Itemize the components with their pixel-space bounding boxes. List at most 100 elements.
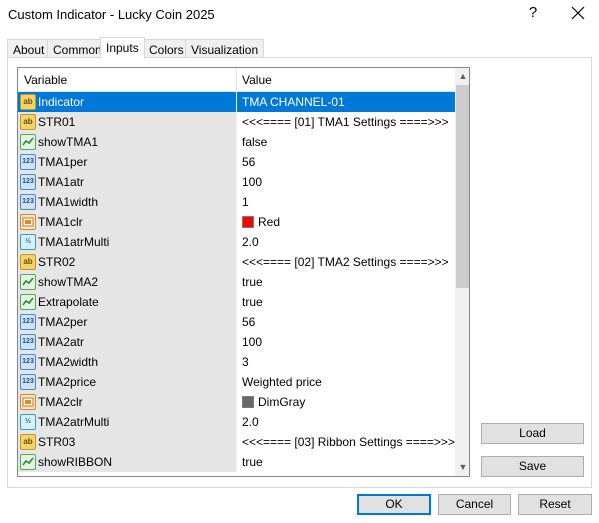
- value-cell[interactable]: 2.0: [237, 412, 455, 432]
- table-row[interactable]: 123 TMA1width 1: [18, 192, 455, 212]
- table-row[interactable]: 123 TMA2width 3: [18, 352, 455, 372]
- table-row[interactable]: 123 TMA2atr 100: [18, 332, 455, 352]
- variable-cell[interactable]: 123 TMA2width: [18, 352, 236, 372]
- variable-cell[interactable]: ab STR03: [18, 432, 236, 452]
- value-label: false: [242, 135, 268, 149]
- value-cell[interactable]: true: [237, 272, 455, 292]
- table-row[interactable]: showTMA1 false: [18, 132, 455, 152]
- variable-cell[interactable]: showRIBBON: [18, 452, 236, 472]
- value-cell[interactable]: <<<==== [02] TMA2 Settings ====>>>: [237, 252, 455, 272]
- close-icon[interactable]: [570, 5, 586, 21]
- value-label: 1: [242, 195, 249, 209]
- value-label: 2.0: [242, 235, 259, 249]
- inputs-grid: Variable Value ab Indicator TMA CHANNEL-01…: [17, 67, 470, 477]
- value-text: true: [242, 455, 263, 469]
- table-row[interactable]: 123 TMA2price Weighted price: [18, 372, 455, 392]
- variable-cell[interactable]: showTMA2: [18, 272, 236, 292]
- table-row[interactable]: TMA2clr DimGray: [18, 392, 455, 412]
- value-cell[interactable]: 56: [237, 312, 455, 332]
- value-text: TMA CHANNEL-01: [242, 95, 345, 109]
- value-label: DimGray: [258, 395, 306, 409]
- table-row[interactable]: ½ TMA1atrMulti 2.0: [18, 232, 455, 252]
- scroll-up-icon[interactable]: ▲: [455, 68, 469, 85]
- table-row[interactable]: ab STR02 <<<==== [02] TMA2 Settings ====>>…: [18, 252, 455, 272]
- scrollbar-thumb[interactable]: [456, 85, 469, 288]
- value-cell[interactable]: 3: [237, 352, 455, 372]
- help-button[interactable]: ?: [526, 4, 540, 24]
- variable-name: showRIBBON: [38, 455, 113, 469]
- value-cell[interactable]: 2.0: [237, 232, 455, 252]
- value-text: false: [242, 135, 267, 149]
- value-cell[interactable]: <<<==== [03] Ribbon Settings ====>>>: [237, 432, 455, 452]
- value-cell[interactable]: DimGray: [237, 392, 455, 412]
- table-row[interactable]: 123 TMA2per 56: [18, 312, 455, 332]
- value-cell[interactable]: Weighted price: [237, 372, 455, 392]
- table-row[interactable]: ½ TMA2atrMulti 2.0: [18, 412, 455, 432]
- table-row[interactable]: ab Indicator TMA CHANNEL-01: [18, 92, 455, 112]
- boolean-icon: [20, 454, 36, 470]
- tab-inputs[interactable]: Inputs: [100, 37, 145, 59]
- column-header-value[interactable]: Value: [242, 73, 272, 87]
- tab-colors[interactable]: Colors: [143, 39, 190, 58]
- value-cell[interactable]: 100: [237, 172, 455, 192]
- tab-common[interactable]: Common: [47, 39, 108, 58]
- variable-cell[interactable]: 123 TMA2price: [18, 372, 236, 392]
- integer-icon: 123: [20, 154, 36, 170]
- table-row[interactable]: TMA1clr Red: [18, 212, 455, 232]
- value-label: 56: [242, 155, 256, 169]
- load-button[interactable]: Load: [481, 423, 584, 444]
- value-text: 1: [242, 195, 249, 209]
- value-label: TMA CHANNEL-01: [242, 95, 345, 109]
- value-cell[interactable]: 1: [237, 192, 455, 212]
- table-row[interactable]: showTMA2 true: [18, 272, 455, 292]
- value-cell[interactable]: 100: [237, 332, 455, 352]
- color-swatch: [242, 216, 254, 228]
- boolean-icon: [20, 134, 36, 150]
- value-text: DimGray: [242, 395, 305, 409]
- variable-cell[interactable]: 123 TMA1width: [18, 192, 236, 212]
- value-text: 56: [242, 315, 255, 329]
- variable-cell[interactable]: 123 TMA2atr: [18, 332, 236, 352]
- variable-cell[interactable]: TMA2clr: [18, 392, 236, 412]
- value-text: <<<==== [03] Ribbon Settings ====>>>: [242, 435, 455, 449]
- save-button[interactable]: Save: [481, 456, 584, 477]
- integer-icon: 123: [20, 194, 36, 210]
- variable-cell[interactable]: TMA1clr: [18, 212, 236, 232]
- variable-cell[interactable]: ½ TMA2atrMulti: [18, 412, 236, 432]
- variable-cell[interactable]: Extrapolate: [18, 292, 236, 312]
- table-row[interactable]: ab STR01 <<<==== [01] TMA1 Settings ====>>…: [18, 112, 455, 132]
- vertical-scrollbar[interactable]: ▲ ▼: [455, 68, 469, 476]
- scroll-down-icon[interactable]: ▼: [455, 459, 469, 476]
- table-row[interactable]: ab STR03 <<<==== [03] Ribbon Settings ====…: [18, 432, 455, 452]
- cancel-button[interactable]: Cancel: [438, 494, 511, 515]
- value-cell[interactable]: true: [237, 452, 455, 472]
- ok-button[interactable]: OK: [357, 494, 431, 515]
- value-cell[interactable]: Red: [237, 212, 455, 232]
- value-cell[interactable]: TMA CHANNEL-01: [237, 92, 455, 112]
- tab-visualization[interactable]: Visualization: [185, 39, 265, 58]
- table-row[interactable]: showRIBBON true: [18, 452, 455, 472]
- variable-cell[interactable]: 123 TMA1atr: [18, 172, 236, 192]
- variable-name: STR02: [38, 255, 76, 269]
- variable-cell[interactable]: ab STR02: [18, 252, 236, 272]
- value-cell[interactable]: true: [237, 292, 455, 312]
- variable-name: showTMA2: [38, 275, 99, 289]
- table-row[interactable]: 123 TMA1atr 100: [18, 172, 455, 192]
- variable-cell[interactable]: 123 TMA2per: [18, 312, 236, 332]
- variable-cell[interactable]: ½ TMA1atrMulti: [18, 232, 236, 252]
- value-cell[interactable]: 56: [237, 152, 455, 172]
- variable-cell[interactable]: 123 TMA1per: [18, 152, 236, 172]
- tab-about[interactable]: About: [7, 39, 51, 58]
- variable-cell[interactable]: showTMA1: [18, 132, 236, 152]
- value-cell[interactable]: <<<==== [01] TMA1 Settings ====>>>: [237, 112, 455, 132]
- reset-button[interactable]: Reset: [518, 494, 592, 515]
- variable-cell[interactable]: ab Indicator: [18, 92, 236, 112]
- table-row[interactable]: Extrapolate true: [18, 292, 455, 312]
- value-cell[interactable]: false: [237, 132, 455, 152]
- column-separator[interactable]: [236, 68, 237, 92]
- variable-cell[interactable]: ab STR01: [18, 112, 236, 132]
- column-header-variable[interactable]: Variable: [24, 73, 67, 87]
- variable-name: TMA2width: [38, 355, 99, 369]
- table-row[interactable]: 123 TMA1per 56: [18, 152, 455, 172]
- integer-icon: 123: [20, 354, 36, 370]
